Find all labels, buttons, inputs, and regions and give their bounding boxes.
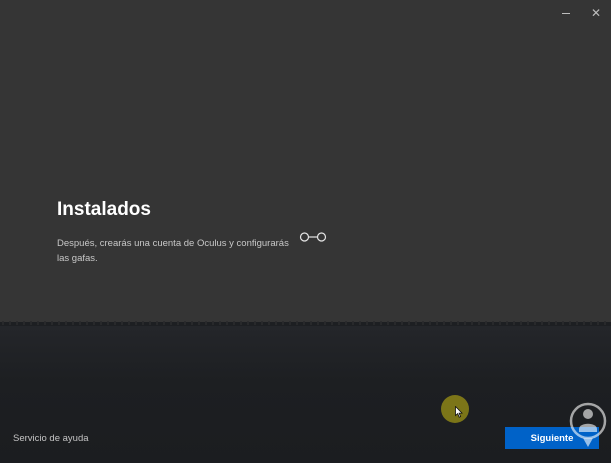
help-link[interactable]: Servicio de ayuda [13,433,89,444]
setup-window: ✕ Instalados Después, crearás una cuenta… [0,0,611,463]
linked-circles-icon [299,232,327,242]
page-title: Instalados [57,199,151,220]
window-controls: ✕ [551,4,611,22]
minimize-button[interactable] [551,4,581,22]
mouse-pointer-icon [455,406,463,418]
close-icon: ✕ [590,6,602,20]
step-description: Después, crearás una cuenta de Oculus y … [57,238,289,264]
close-button[interactable]: ✕ [581,4,611,22]
minimize-icon [562,12,570,14]
step-content: Instalados Después, crearás una cuenta d… [57,198,297,266]
watermark-logo-icon [569,402,607,447]
header-panel [0,0,611,322]
